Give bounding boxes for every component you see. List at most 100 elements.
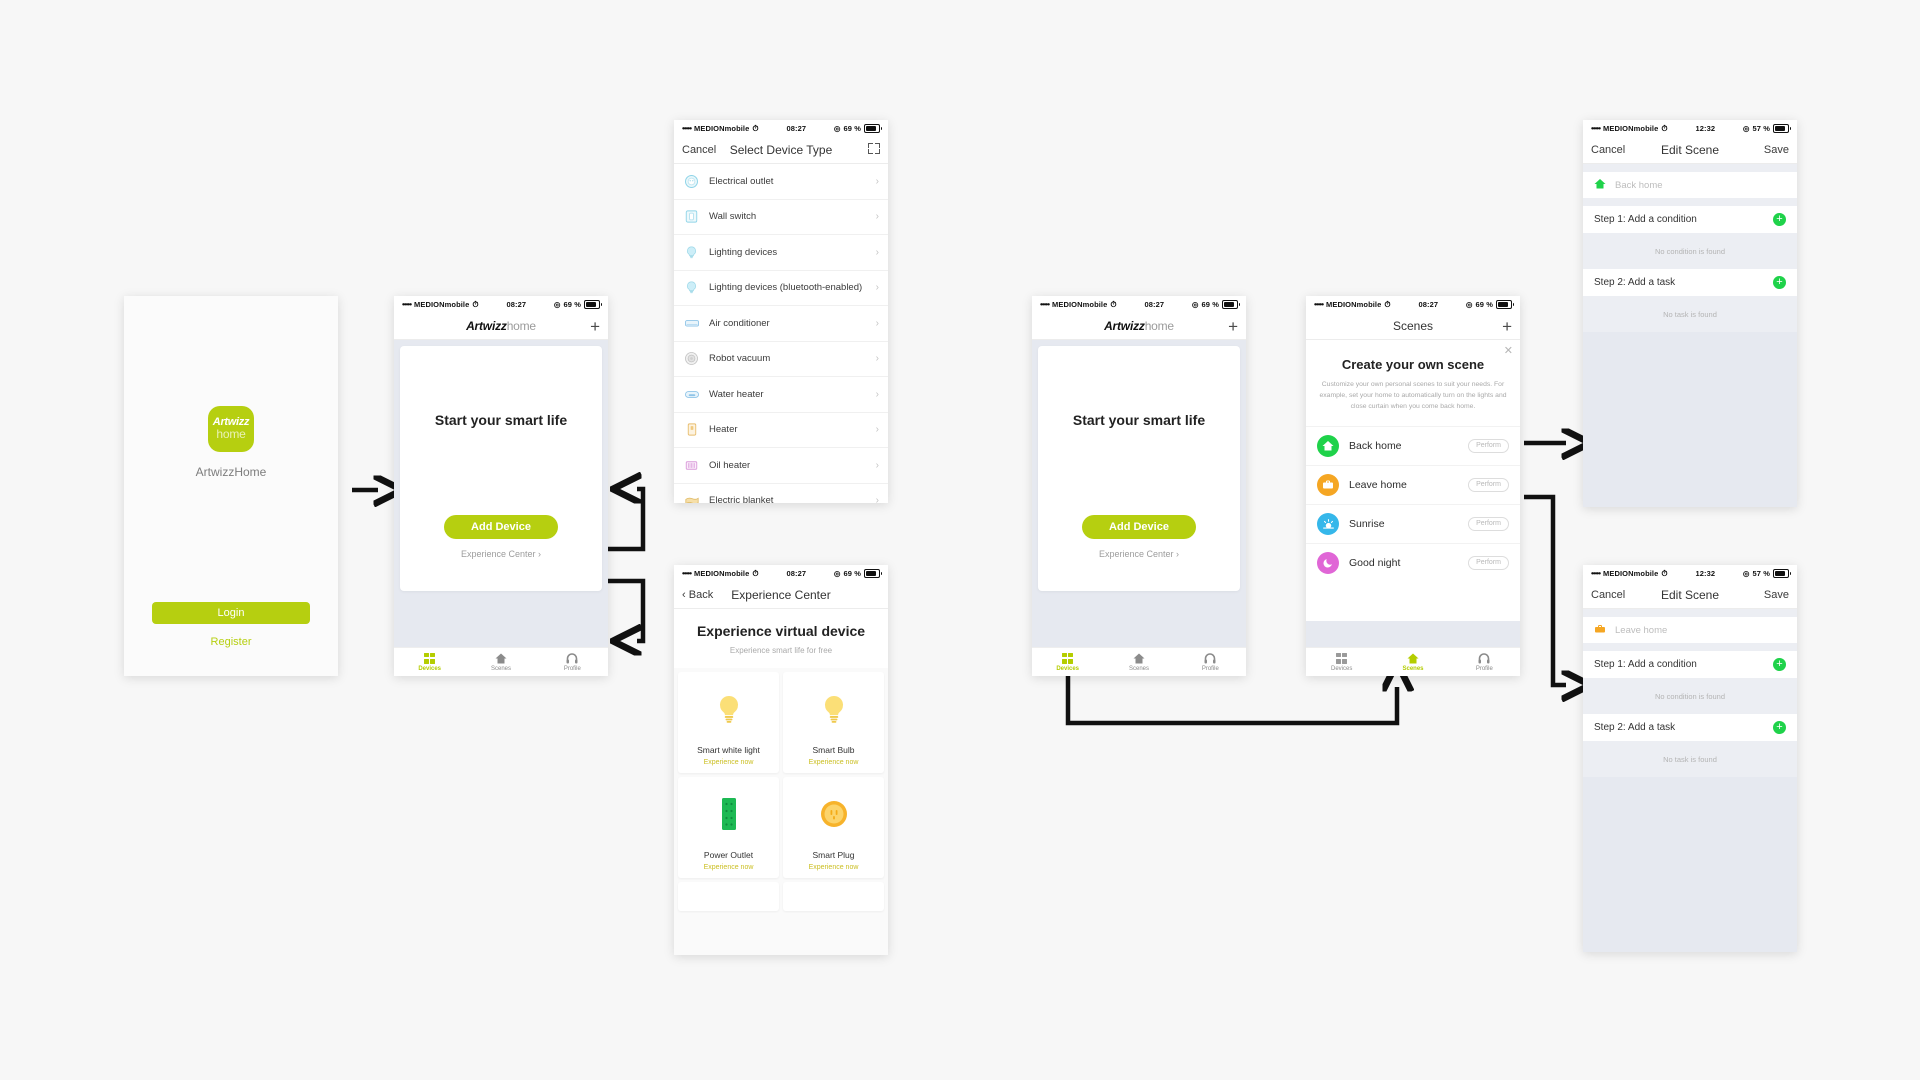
experience-center-link[interactable]: Experience Center › xyxy=(1038,549,1240,559)
switch-icon xyxy=(683,208,700,225)
brand-light: home xyxy=(506,319,536,333)
screen-edit-scene-back-home: ••••• MEDIONmobile ⏱ 12:32 ◎ 57 % Cancel… xyxy=(1583,120,1797,507)
save-button[interactable]: Save xyxy=(1764,144,1789,156)
battery-percent: 69 % xyxy=(1201,300,1219,309)
home-icon xyxy=(1594,178,1606,192)
login-button[interactable]: Login xyxy=(152,602,310,624)
experience-card-cta[interactable]: Experience now xyxy=(809,864,859,871)
tab-devices[interactable]: Devices xyxy=(1032,652,1103,672)
scene-row[interactable]: Leave home Perform xyxy=(1306,464,1520,504)
device-type-row[interactable]: Wall switch › xyxy=(674,199,888,235)
chevron-right-icon: › xyxy=(875,175,879,187)
scene-row[interactable]: Back home Perform xyxy=(1306,425,1520,465)
perform-button[interactable]: Perform xyxy=(1468,477,1509,492)
experience-card[interactable]: Smart Plug Experience now xyxy=(783,777,884,878)
experience-card[interactable]: Smart Bulb Experience now xyxy=(783,672,884,773)
device-type-label: Oil heater xyxy=(709,459,751,471)
register-link[interactable]: Register xyxy=(124,636,338,648)
tab-devices[interactable]: Devices xyxy=(1306,652,1377,672)
spacer xyxy=(1583,643,1797,651)
chevron-left-icon: ‹ xyxy=(682,589,686,601)
clock-label: 08:27 xyxy=(1144,300,1165,309)
battery-percent: 69 % xyxy=(563,300,581,309)
experience-card-partial[interactable] xyxy=(678,882,779,911)
alarm-icon: ◎ xyxy=(553,300,561,309)
experience-card[interactable]: Power Outlet Experience now xyxy=(678,777,779,878)
tab-profile[interactable]: Profile xyxy=(537,652,608,672)
tab-scenes[interactable]: Scenes xyxy=(1103,653,1174,672)
chevron-right-icon: › xyxy=(875,388,879,400)
battery-icon xyxy=(584,300,602,309)
nav-bar: Cancel Select Device Type xyxy=(674,137,888,164)
back-button[interactable]: ‹ Back xyxy=(682,589,713,601)
device-type-row[interactable]: Oil heater › xyxy=(674,448,888,484)
scene-name-input[interactable]: Leave home xyxy=(1615,625,1667,636)
tab-scenes[interactable]: Scenes xyxy=(1377,653,1448,672)
device-type-row[interactable]: Electrical outlet › xyxy=(674,164,888,200)
bulb-yellow-icon xyxy=(821,672,847,745)
close-icon[interactable]: ✕ xyxy=(1504,344,1513,357)
battery-icon xyxy=(1222,300,1240,309)
add-condition-button[interactable]: + xyxy=(1773,213,1786,226)
devices-card: Start your smart life Add Device Experie… xyxy=(400,346,602,591)
save-button[interactable]: Save xyxy=(1764,589,1789,601)
tab-devices[interactable]: Devices xyxy=(394,652,465,672)
chevron-right-icon: › xyxy=(875,424,879,436)
perform-button[interactable]: Perform xyxy=(1468,438,1509,453)
chevron-right-icon: › xyxy=(875,459,879,471)
tab-scenes[interactable]: Scenes xyxy=(465,653,536,672)
experience-card-cta[interactable]: Experience now xyxy=(704,759,754,766)
devices-body: Start your smart life Add Device Experie… xyxy=(394,340,608,676)
add-task-button[interactable]: + xyxy=(1773,276,1786,289)
battery-icon xyxy=(1496,300,1514,309)
add-task-button[interactable]: + xyxy=(1773,721,1786,734)
scene-row[interactable]: Good night Perform xyxy=(1306,542,1520,582)
device-type-row[interactable]: Robot vacuum › xyxy=(674,341,888,377)
experience-card-cta[interactable]: Experience now xyxy=(809,759,859,766)
add-condition-button[interactable]: + xyxy=(1773,658,1786,671)
experience-center-link[interactable]: Experience Center › xyxy=(400,549,602,559)
device-type-row[interactable]: Water heater › xyxy=(674,377,888,413)
nav-bar: Artwizzhome + xyxy=(394,313,608,340)
device-type-row[interactable]: Electric blanket › xyxy=(674,483,888,503)
experience-card-partial[interactable] xyxy=(783,882,884,911)
perform-button[interactable]: Perform xyxy=(1468,555,1509,570)
device-type-row[interactable]: Air conditioner › xyxy=(674,306,888,342)
cancel-button[interactable]: Cancel xyxy=(682,144,716,156)
scan-button[interactable] xyxy=(868,143,880,157)
device-type-label: Water heater xyxy=(709,388,764,400)
home-icon xyxy=(1317,434,1339,457)
tab-scenes-label: Scenes xyxy=(1128,665,1149,672)
cancel-button[interactable]: Cancel xyxy=(1591,589,1625,601)
device-type-label: Lighting devices (bluetooth-enabled) xyxy=(709,282,863,294)
device-type-row[interactable]: Lighting devices (bluetooth-enabled) › xyxy=(674,270,888,306)
add-button[interactable]: + xyxy=(1228,318,1238,335)
add-scene-button[interactable]: + xyxy=(1502,318,1512,335)
tab-profile[interactable]: Profile xyxy=(1175,652,1246,672)
experience-card-cta[interactable]: Experience now xyxy=(704,864,754,871)
signal-dots-icon: ••••• xyxy=(682,124,692,133)
device-type-row[interactable]: Heater › xyxy=(674,412,888,448)
step-2-row: Step 2: Add a task + xyxy=(1583,269,1797,296)
scene-row[interactable]: Sunrise Perform xyxy=(1306,503,1520,543)
signal-dots-icon: ••••• xyxy=(682,569,692,578)
briefcase-icon xyxy=(1594,623,1606,637)
experience-card[interactable]: Smart white light Experience now xyxy=(678,672,779,773)
add-button[interactable]: + xyxy=(590,318,600,335)
tab-profile[interactable]: Profile xyxy=(1449,652,1520,672)
perform-button[interactable]: Perform xyxy=(1468,516,1509,531)
nav-bar: ‹ Back Experience Center xyxy=(674,582,888,609)
device-type-row[interactable]: Lighting devices › xyxy=(674,235,888,271)
nav-bar: Cancel Edit Scene Save xyxy=(1583,582,1797,609)
scene-name-field[interactable]: Leave home xyxy=(1583,617,1797,643)
chevron-right-icon: › xyxy=(875,246,879,258)
scene-name-field[interactable]: Back home xyxy=(1583,172,1797,198)
signal-dots-icon: ••••• xyxy=(402,300,412,309)
scene-name-input[interactable]: Back home xyxy=(1615,180,1663,191)
add-device-button[interactable]: Add Device xyxy=(444,515,558,539)
add-device-button[interactable]: Add Device xyxy=(1082,515,1196,539)
carrier-label: MEDIONmobile xyxy=(694,124,750,133)
outlet-icon xyxy=(683,173,700,190)
cancel-button[interactable]: Cancel xyxy=(1591,144,1625,156)
nav-bar: Artwizzhome + xyxy=(1032,313,1246,340)
